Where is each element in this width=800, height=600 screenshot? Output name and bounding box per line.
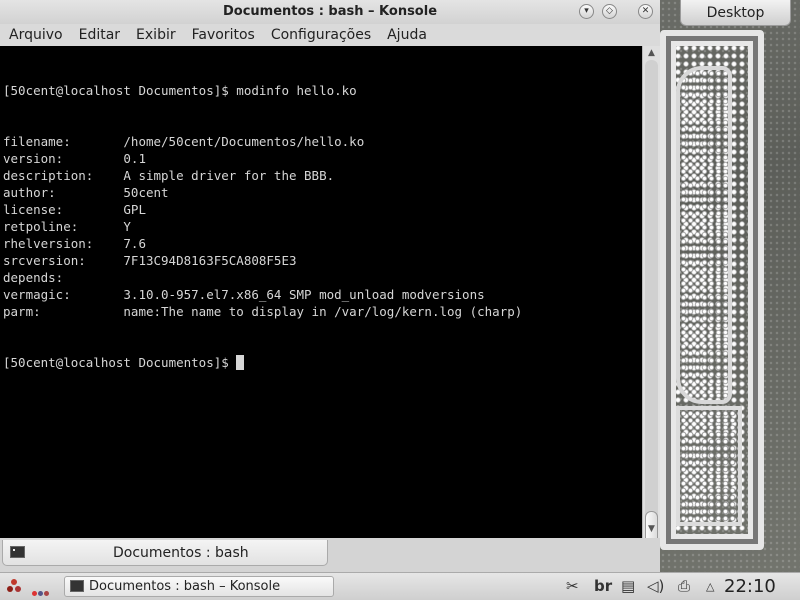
- field-value: 50cent: [123, 185, 169, 200]
- prompt: [50cent@localhost Documentos]$: [3, 83, 237, 98]
- scroll-down-icon[interactable]: ▼: [646, 524, 657, 535]
- vertical-scrollbar[interactable]: ▲ ▼: [642, 46, 660, 555]
- field-key: version:: [3, 151, 64, 166]
- modinfo-field-line: version: 0.1: [3, 150, 522, 167]
- field-key: parm:: [3, 304, 41, 319]
- window-title: Documentos : bash – Konsole: [222, 4, 438, 19]
- tab-label: Documentos : bash: [113, 545, 249, 561]
- modinfo-field-line: description: A simple driver for the BBB.: [3, 167, 522, 184]
- terminal-output: [50cent@localhost Documentos]$ modinfo h…: [3, 48, 522, 405]
- konsole-tabbar: Documentos : bash: [0, 538, 660, 572]
- wallpaper-diamond-shape: [676, 66, 732, 404]
- clock[interactable]: 22:10: [724, 576, 776, 597]
- menu-editar[interactable]: Editar: [79, 27, 120, 43]
- printer-icon[interactable]: ⎙: [678, 577, 690, 595]
- field-key: vermagic:: [3, 287, 71, 302]
- field-key: retpoline:: [3, 219, 79, 234]
- modinfo-field-line: filename: /home/50cent/Documentos/hello.k…: [3, 133, 522, 150]
- field-key: depends:: [3, 270, 64, 285]
- konsole-window: Documentos : bash – Konsole ▾ ◇ ✕ Arquiv…: [0, 0, 660, 572]
- clipboard-icon[interactable]: ▤: [621, 577, 635, 595]
- terminal-area[interactable]: [50cent@localhost Documentos]$ modinfo h…: [0, 46, 642, 538]
- modinfo-field-line: depends:: [3, 269, 522, 286]
- text-cursor: [236, 355, 245, 370]
- menu-exibir[interactable]: Exibir: [136, 27, 176, 43]
- scroll-track[interactable]: [645, 60, 658, 522]
- scissors-icon[interactable]: ✂: [566, 577, 579, 595]
- modinfo-field-line: parm: name:The name to display in /var/lo…: [3, 303, 522, 320]
- modinfo-field-line: srcversion: 7F13C94D8163F5CA808F5E3: [3, 252, 522, 269]
- field-key: license:: [3, 202, 64, 217]
- chevron-up-icon[interactable]: △: [706, 580, 714, 593]
- field-key: rhelversion:: [3, 236, 94, 251]
- task-label: Documentos : bash – Konsole: [89, 579, 281, 594]
- field-value: 3.10.0-957.el7.x86_64 SMP mod_unload mod…: [123, 287, 485, 302]
- menu-favoritos[interactable]: Favoritos: [192, 27, 255, 43]
- modinfo-field-line: author: 50cent: [3, 184, 522, 201]
- keyboard-layout[interactable]: br: [594, 577, 612, 595]
- field-key: author:: [3, 185, 56, 200]
- scroll-up-icon[interactable]: ▲: [646, 48, 657, 59]
- wallpaper-diamond-block: [676, 406, 742, 526]
- restore-icon[interactable]: ◇: [602, 4, 617, 19]
- konsole-tab[interactable]: Documentos : bash: [2, 540, 328, 566]
- window-titlebar[interactable]: Documentos : bash – Konsole ▾ ◇ ✕: [0, 0, 660, 24]
- close-icon[interactable]: ✕: [638, 4, 653, 19]
- taskbar-task-konsole[interactable]: Documentos : bash – Konsole: [64, 576, 334, 597]
- modinfo-field-line: retpoline: Y: [3, 218, 522, 235]
- field-key: srcversion:: [3, 253, 86, 268]
- field-key: filename:: [3, 134, 71, 149]
- chevron-down-icon[interactable]: ▾: [579, 4, 594, 19]
- modinfo-field-line: license: GPL: [3, 201, 522, 218]
- desktop-button[interactable]: Desktop: [680, 0, 791, 26]
- menu-arquivo[interactable]: Arquivo: [9, 27, 63, 43]
- field-value: 7.6: [123, 236, 146, 251]
- modinfo-field-line: rhelversion: 7.6: [3, 235, 522, 252]
- field-value: GPL: [123, 202, 146, 217]
- field-key: description:: [3, 168, 94, 183]
- volume-icon[interactable]: ◁): [647, 577, 664, 595]
- prompt: [50cent@localhost Documentos]$: [3, 355, 237, 370]
- menu-configuracoes[interactable]: Configurações: [271, 27, 371, 43]
- field-value: A simple driver for the BBB.: [123, 168, 335, 183]
- activities-icon[interactable]: [32, 585, 50, 600]
- taskbar: Documentos : bash – Konsole ✂ br ▤ ◁) ⎙ …: [0, 572, 800, 600]
- field-value: 7F13C94D8163F5CA808F5E3: [123, 253, 297, 268]
- menubar: Arquivo Editar Exibir Favoritos Configur…: [0, 24, 660, 46]
- field-value: name:The name to display in /var/log/ker…: [123, 304, 523, 319]
- final-prompt-line: [50cent@localhost Documentos]$: [3, 354, 522, 371]
- field-value: 0.1: [123, 151, 146, 166]
- menu-ajuda[interactable]: Ajuda: [387, 27, 427, 43]
- field-value: /home/50cent/Documentos/hello.ko: [123, 134, 365, 149]
- field-value: Y: [123, 219, 131, 234]
- terminal-icon: [70, 580, 84, 592]
- modinfo-field-line: vermagic: 3.10.0-957.el7.x86_64 SMP mod_u…: [3, 286, 522, 303]
- command: modinfo hello.ko: [236, 83, 357, 98]
- application-launcher-icon[interactable]: [6, 578, 22, 594]
- command-line: [50cent@localhost Documentos]$ modinfo h…: [3, 82, 522, 99]
- terminal-icon: [10, 546, 25, 558]
